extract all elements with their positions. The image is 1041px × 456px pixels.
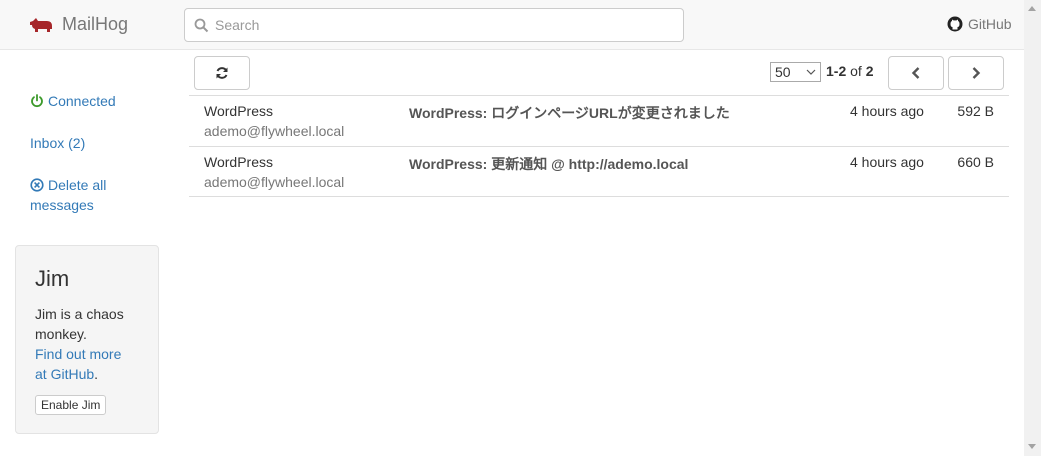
enable-jim-button[interactable]: Enable Jim [35, 395, 107, 415]
message-list: WordPress ademo@flywheel.local WordPress… [189, 95, 1009, 197]
github-link[interactable]: GitHub [947, 16, 1012, 32]
scrollbar[interactable] [1024, 0, 1041, 456]
message-time: 4 hours ago [850, 103, 924, 119]
chevron-right-icon [972, 67, 981, 79]
message-from-email: ademo@flywheel.local [204, 174, 345, 190]
jim-link-line2: at GitHub [35, 366, 95, 382]
message-row[interactable]: WordPress ademo@flywheel.local WordPress… [189, 146, 1009, 197]
message-size: 592 B [957, 103, 994, 119]
message-from-email: ademo@flywheel.local [204, 123, 345, 139]
message-subject: WordPress: ログインページURLが変更されました [409, 105, 730, 121]
message-size: 660 B [957, 154, 994, 170]
per-page-value: 50 [775, 64, 791, 80]
chevron-down-icon [806, 69, 816, 75]
jim-title: Jim [35, 266, 70, 291]
message-from-name: WordPress [204, 154, 273, 170]
search-input[interactable] [215, 17, 655, 33]
brand-name: MailHog [62, 14, 129, 34]
jim-find-out-more-link[interactable]: Find out more at GitHub. [35, 344, 139, 384]
power-icon [31, 94, 43, 108]
navbar: MailHog GitHub [0, 0, 1024, 50]
prev-page-button[interactable] [888, 56, 944, 90]
chevron-left-icon [911, 67, 920, 79]
message-row[interactable]: WordPress ademo@flywheel.local WordPress… [189, 95, 1009, 146]
refresh-icon [216, 67, 228, 79]
per-page-select[interactable]: 50 [770, 62, 821, 82]
next-page-button[interactable] [948, 56, 1004, 90]
brand-link[interactable]: MailHog [30, 14, 128, 35]
github-icon [947, 16, 963, 32]
scroll-up-icon[interactable] [1028, 6, 1036, 11]
jim-panel: Jim Jim is a chaos monkey. Find out more… [15, 245, 159, 434]
range-start-end: 1-2 [826, 63, 847, 79]
connected-label: Connected [48, 93, 116, 109]
jim-desc-line1: Jim is a chaos [35, 306, 124, 322]
pig-logo-icon [30, 17, 52, 32]
jim-desc-line2: monkey. [35, 326, 87, 342]
jim-link-line1: Find out more [35, 346, 122, 362]
scroll-down-icon[interactable] [1028, 444, 1036, 449]
connected-status[interactable]: Connected [30, 91, 116, 111]
range-of: of [850, 63, 862, 79]
message-from-name: WordPress [204, 103, 273, 119]
range-total: 2 [865, 63, 874, 79]
jim-description: Jim is a chaos monkey. [35, 304, 139, 344]
pagination-range: 1-2 of 2 [826, 63, 874, 79]
message-time: 4 hours ago [850, 154, 924, 170]
delete-all-link[interactable]: Delete all messages [30, 175, 106, 215]
message-subject: WordPress: 更新通知 @ http://ademo.local [409, 156, 689, 172]
delete-circle-icon [30, 178, 44, 192]
github-label: GitHub [968, 16, 1012, 32]
delete-all-label-line1: Delete all [48, 177, 107, 193]
search-box[interactable] [184, 8, 684, 42]
search-icon [194, 18, 209, 32]
delete-all-label-line2: messages [30, 197, 94, 213]
jim-link-period: . [94, 366, 99, 382]
inbox-link[interactable]: Inbox (2) [30, 133, 85, 153]
refresh-button[interactable] [194, 56, 250, 90]
